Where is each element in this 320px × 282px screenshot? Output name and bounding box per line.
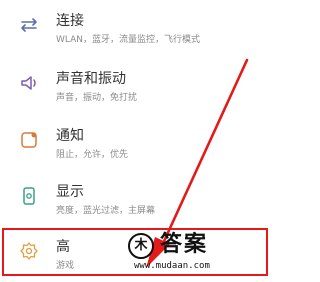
sound-icon <box>18 72 40 94</box>
watermark-logo: 木 <box>128 233 154 259</box>
notification-icon <box>18 129 40 151</box>
display-icon <box>18 185 40 207</box>
settings-item-display[interactable]: 显示 亮度，蓝光过滤，主屏幕 <box>0 171 273 227</box>
watermark-url: www.mudaan.com <box>134 261 210 271</box>
settings-item-title: 连接 <box>56 13 84 29</box>
settings-item-subtitle: 声音，振动，免打扰 <box>56 93 138 103</box>
settings-item-subtitle: 亮度，蓝光过滤，主屏幕 <box>56 206 156 216</box>
settings-item-title: 声音和振动 <box>56 71 126 87</box>
connection-icon <box>18 14 40 36</box>
watermark-title: 答案 <box>160 232 209 257</box>
watermark-logo-glyph: 木 <box>134 238 148 253</box>
settings-item-notifications[interactable]: 通知 阻止，允许，优先 <box>0 115 273 171</box>
watermark: 木 答案 www.mudaan.com <box>128 231 248 275</box>
settings-item-subtitle: WLAN，蓝牙，流量监控，飞行模式 <box>56 35 201 45</box>
settings-item-subtitle: 阻止，允许，优先 <box>56 150 129 160</box>
settings-item-sound[interactable]: 声音和振动 声音，振动，免打扰 <box>0 58 273 114</box>
settings-item-connections[interactable]: 连接 WLAN，蓝牙，流量监控，飞行模式 <box>0 0 273 56</box>
settings-item-title: 显示 <box>56 184 84 200</box>
settings-item-title: 通知 <box>56 128 84 144</box>
